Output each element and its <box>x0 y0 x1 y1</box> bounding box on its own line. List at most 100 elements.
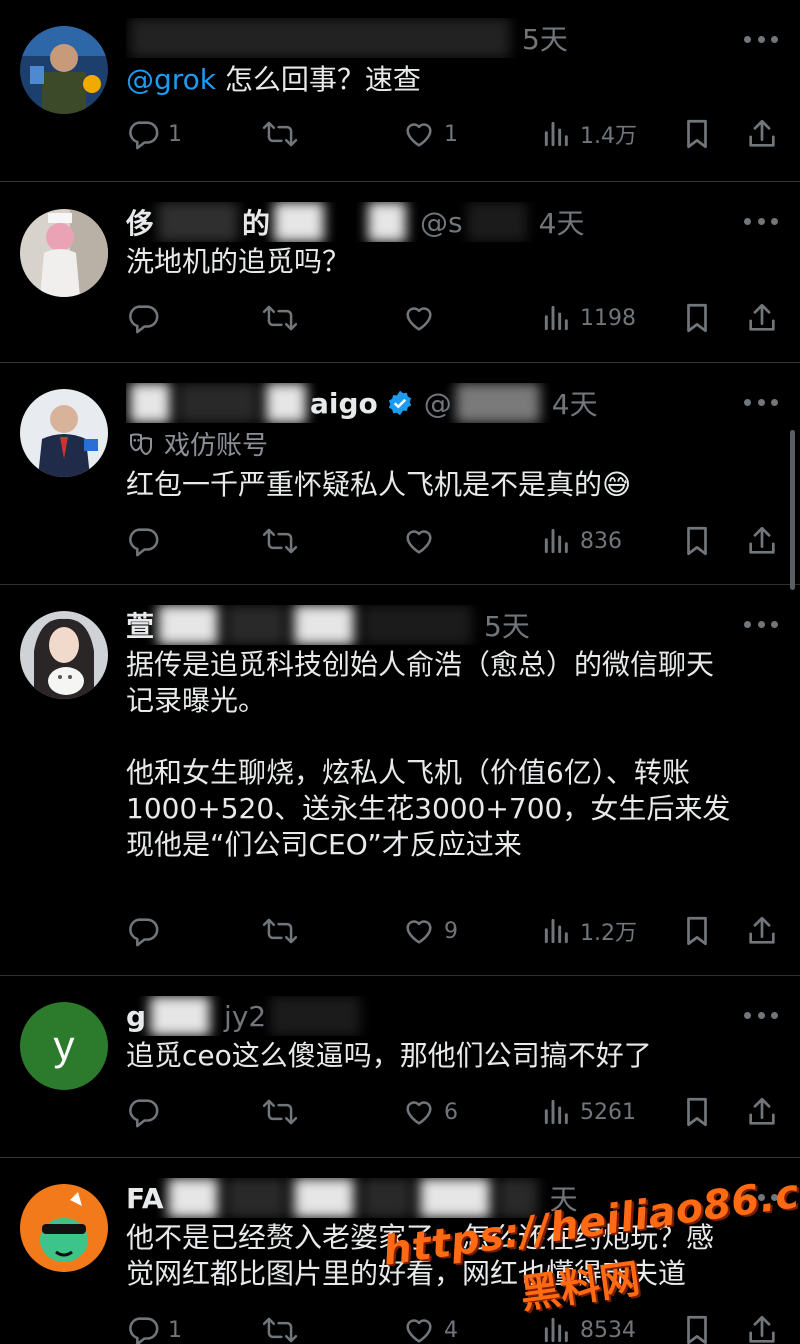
like-button[interactable]: 9 <box>402 911 458 951</box>
reply-post[interactable]: y g jy2 追觅ceo这么傻逼吗，那他们公司搞不好了 6 5261 <box>0 976 800 1158</box>
blurred-name <box>150 996 211 1036</box>
post-time: 5天 <box>484 610 530 643</box>
share-button[interactable] <box>746 1310 778 1344</box>
views-button[interactable]: 1198 <box>542 298 636 338</box>
avatar[interactable] <box>20 209 108 297</box>
display-name[interactable]: g <box>126 1000 146 1033</box>
more-icon <box>744 620 751 628</box>
retweet-icon <box>262 117 298 151</box>
retweet-button[interactable] <box>262 521 306 561</box>
mention-link[interactable]: @grok <box>126 63 216 96</box>
action-bar: 836 <box>126 521 780 561</box>
display-name[interactable]: 萱 <box>126 605 154 645</box>
user-handle[interactable]: @ <box>424 387 452 420</box>
user-handle[interactable]: @s <box>420 206 463 239</box>
reply-post[interactable]: 侈 的 @s 4天 洗地机的追觅吗？ 1198 <box>0 182 800 363</box>
post-text-body: 怎么回事？速查 <box>216 63 421 96</box>
reply-post[interactable]: 萱 5天 据传是追觅科技创始人俞浩（愈总）的微信聊天 记录曝光。 他和女生聊烧，… <box>0 585 800 976</box>
more-options-button[interactable] <box>744 619 778 629</box>
more-options-button[interactable] <box>744 216 778 226</box>
retweet-button[interactable] <box>262 1092 306 1132</box>
like-icon <box>402 524 436 558</box>
text-line: 1000+520、送永生花3000+700，女生后来发 <box>126 792 731 825</box>
views-button[interactable]: 5261 <box>542 1092 636 1132</box>
blurred-name <box>368 202 407 242</box>
reply-button[interactable]: 1 <box>126 114 182 154</box>
retweet-button[interactable] <box>262 911 306 951</box>
reply-button[interactable] <box>126 298 168 338</box>
more-dot <box>771 35 778 43</box>
like-button[interactable] <box>402 298 444 338</box>
text-line: 追觅ceo这么傻逼吗，那他们公司搞不好了 <box>126 1039 652 1072</box>
retweet-button[interactable] <box>262 114 306 154</box>
share-button[interactable] <box>746 114 778 154</box>
bookmark-button[interactable] <box>682 114 712 154</box>
avatar[interactable] <box>20 611 108 699</box>
post-header: g jy2 <box>126 996 730 1036</box>
more-dot <box>757 35 765 43</box>
views-icon <box>542 525 572 557</box>
more-options-button[interactable] <box>744 1010 778 1020</box>
text-line: 红包一千严重怀疑私人飞机是不是真的😅 <box>126 468 632 501</box>
bookmark-button[interactable] <box>682 298 712 338</box>
views-button[interactable]: 1.2万 <box>542 911 637 951</box>
more-options-button[interactable] <box>744 34 778 44</box>
text-line: 记录曝光。 <box>126 684 267 717</box>
blurred-name <box>266 383 306 423</box>
reply-post[interactable]: 5天 @grok 怎么回事？速查 1 1 1.4万 <box>0 0 800 182</box>
replies-count: 1 <box>168 1317 182 1343</box>
post-header: 侈 的 @s 4天 <box>126 202 730 242</box>
more-icon <box>744 35 751 43</box>
bookmark-button[interactable] <box>682 521 712 561</box>
blurred-handle <box>361 1178 412 1218</box>
retweet-button[interactable] <box>262 1310 306 1344</box>
retweet-button[interactable] <box>262 298 306 338</box>
action-bar: 9 1.2万 <box>126 911 780 951</box>
share-button[interactable] <box>746 911 778 951</box>
scrollbar[interactable] <box>790 430 795 590</box>
bookmark-button[interactable] <box>682 1092 712 1132</box>
views-count: 1.4万 <box>580 124 637 149</box>
share-icon <box>746 524 778 558</box>
more-dot <box>771 398 778 406</box>
avatar[interactable] <box>20 1184 108 1272</box>
reply-button[interactable]: 1 <box>126 1310 182 1344</box>
display-name-suffix: 的 <box>242 207 271 240</box>
avatar[interactable] <box>20 389 108 477</box>
reply-button[interactable] <box>126 521 168 561</box>
views-icon <box>542 118 572 150</box>
views-button[interactable]: 1.4万 <box>542 114 637 154</box>
user-handle[interactable]: jy2 <box>224 1000 266 1033</box>
display-name[interactable]: aigo <box>310 387 378 420</box>
bookmark-button[interactable] <box>682 1310 712 1344</box>
avatar[interactable] <box>20 26 108 114</box>
more-options-button[interactable] <box>744 397 778 407</box>
reply-feed: 5天 @grok 怎么回事？速查 1 1 1.4万 侈 的 @s 4天 洗地机的… <box>0 0 800 1344</box>
views-icon <box>542 302 572 334</box>
display-name[interactable]: FA <box>126 1182 164 1215</box>
like-button[interactable] <box>402 521 444 561</box>
blurred-name <box>225 1178 286 1218</box>
display-name[interactable]: 侈 <box>126 202 154 242</box>
blurred-name <box>178 383 258 423</box>
avatar[interactable]: y <box>20 1002 108 1090</box>
share-button[interactable] <box>746 298 778 338</box>
like-button[interactable]: 1 <box>402 114 458 154</box>
post-header: aigo @ 4天 <box>126 383 730 423</box>
bookmark-icon <box>682 1095 712 1129</box>
blurred-name <box>274 202 325 242</box>
views-button[interactable]: 836 <box>542 521 622 561</box>
share-button[interactable] <box>746 1092 778 1132</box>
like-button[interactable]: 6 <box>402 1092 458 1132</box>
text-line: 洗地机的追觅吗？ <box>126 245 351 278</box>
text-line: 据传是追觅科技创始人俞浩（愈总）的微信聊天 <box>126 648 715 681</box>
views-count: 5261 <box>580 1099 636 1125</box>
reply-post[interactable]: aigo @ 4天 戏仿账号 红包一千严重怀疑私人飞机是不是真的😅 836 <box>0 363 800 585</box>
reply-button[interactable] <box>126 1092 168 1132</box>
action-bar: 6 5261 <box>126 1092 780 1132</box>
bookmark-button[interactable] <box>682 911 712 951</box>
retweet-icon <box>262 524 298 558</box>
share-button[interactable] <box>746 521 778 561</box>
reply-button[interactable] <box>126 911 168 951</box>
blurred-name <box>293 1178 354 1218</box>
